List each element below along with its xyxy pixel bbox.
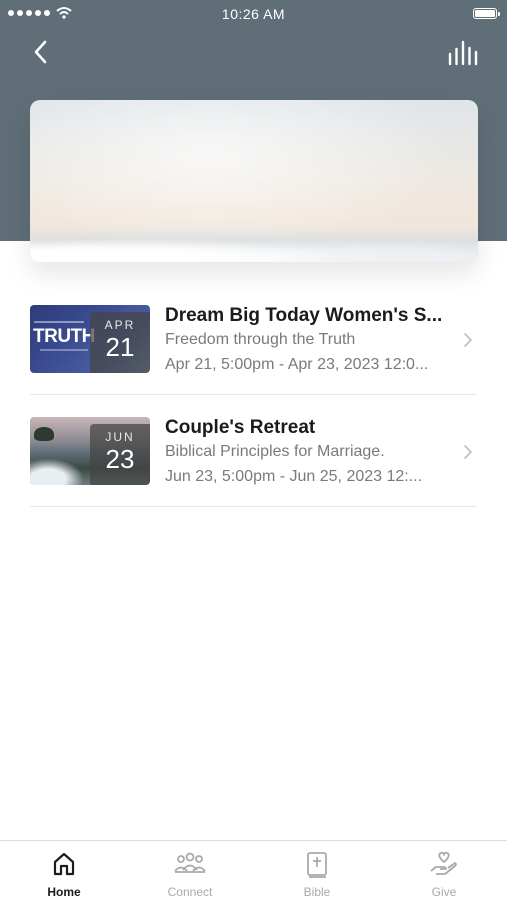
thumbnail-text: TRUTH bbox=[33, 326, 95, 347]
status-time: 10:26 AM bbox=[221, 6, 286, 22]
event-subtitle: Biblical Principles for Marriage. bbox=[165, 443, 385, 460]
people-icon bbox=[174, 852, 206, 873]
tab-home[interactable]: Home bbox=[1, 841, 127, 901]
hero-clouds bbox=[30, 228, 478, 262]
event-text: Dream Big Today Women's S... Freedom thr… bbox=[165, 305, 457, 376]
date-month: JUN bbox=[105, 430, 135, 444]
date-day: 21 bbox=[105, 332, 135, 362]
hero-banner-image bbox=[30, 100, 478, 262]
tab-label: Connect bbox=[167, 885, 213, 899]
date-badge: APR 21 bbox=[90, 312, 150, 373]
event-title: Dream Big Today Women's S... bbox=[165, 305, 443, 326]
chevron-right-icon bbox=[464, 445, 473, 459]
event-thumbnail: JUN 23 bbox=[30, 417, 150, 485]
tab-give[interactable]: Give bbox=[381, 841, 507, 901]
event-thumbnail: TRUTH APR 21 bbox=[30, 305, 150, 373]
date-badge: JUN 23 bbox=[90, 424, 150, 485]
tab-connect[interactable]: Connect bbox=[127, 841, 253, 901]
date-day: 23 bbox=[105, 444, 135, 474]
chevron-right-icon bbox=[464, 333, 473, 347]
tab-label: Bible bbox=[303, 885, 331, 899]
event-title: Couple's Retreat bbox=[165, 417, 316, 438]
event-dates: Jun 23, 5:00pm - Jun 25, 2023 12:... bbox=[165, 468, 423, 485]
event-list: TRUTH APR 21 Dream Big Today Women's S..… bbox=[30, 283, 477, 507]
give-icon bbox=[430, 851, 457, 875]
bible-icon bbox=[307, 852, 327, 878]
tab-bar: Home Connect Bible Give bbox=[0, 840, 507, 901]
event-subtitle: Freedom through the Truth bbox=[165, 331, 356, 348]
date-month: APR bbox=[104, 318, 136, 332]
tab-label: Home bbox=[47, 885, 81, 899]
back-button[interactable] bbox=[28, 36, 56, 68]
stats-button[interactable] bbox=[447, 40, 479, 68]
status-bar: 10:26 AM bbox=[0, 0, 507, 28]
event-item-dream-big[interactable]: TRUTH APR 21 Dream Big Today Women's S..… bbox=[30, 283, 477, 395]
battery-icon bbox=[473, 8, 500, 19]
event-dates: Apr 21, 5:00pm - Apr 23, 2023 12:0... bbox=[165, 356, 429, 373]
event-text: Couple's Retreat Biblical Principles for… bbox=[165, 417, 457, 488]
event-item-couples-retreat[interactable]: JUN 23 Couple's Retreat Biblical Princip… bbox=[30, 395, 477, 507]
home-icon bbox=[53, 852, 75, 876]
tab-label: Give bbox=[431, 885, 457, 899]
tab-bible[interactable]: Bible bbox=[254, 841, 380, 901]
